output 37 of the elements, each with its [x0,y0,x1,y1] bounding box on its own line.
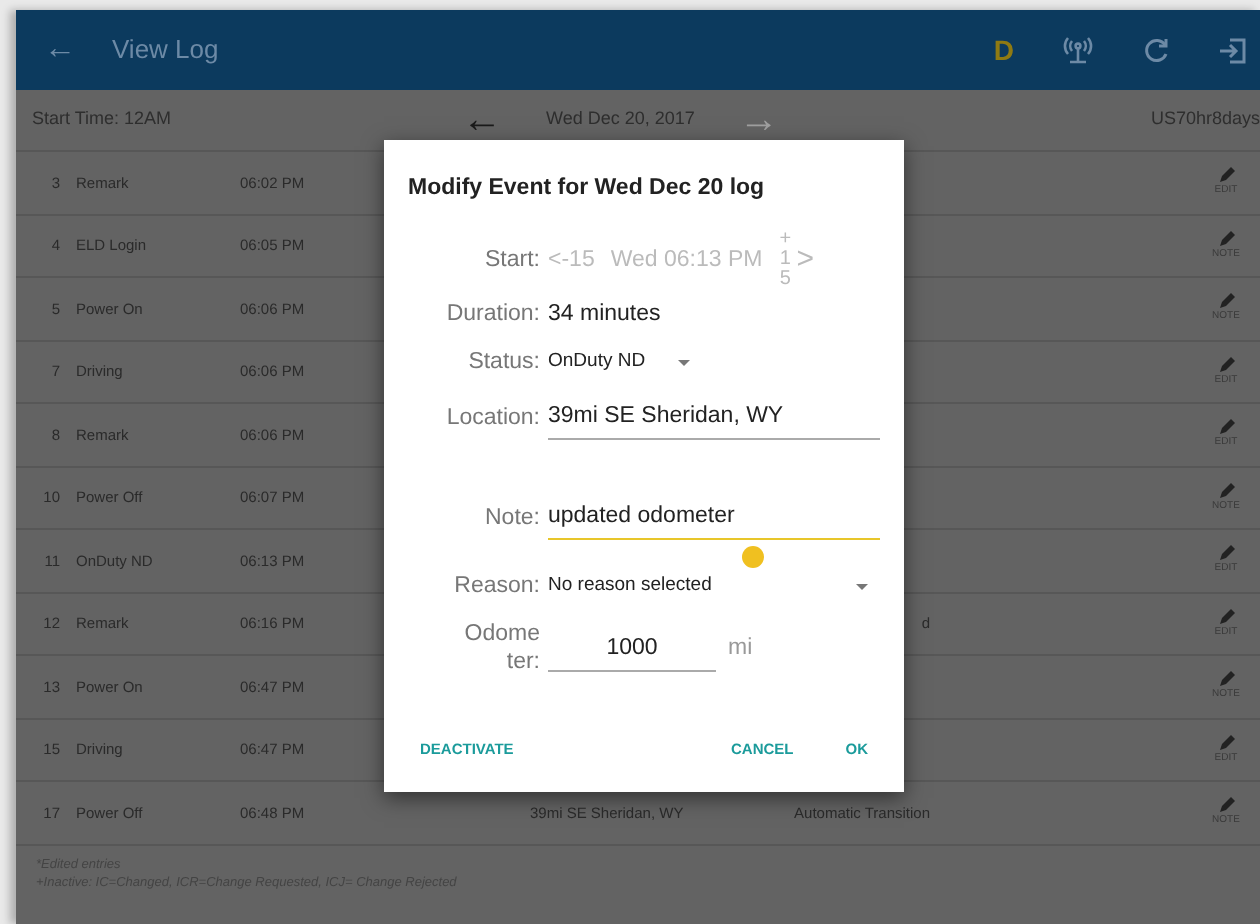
previous-day-button[interactable]: ← [462,100,502,140]
field-label: Reason: [452,571,542,602]
pencil-icon [1217,481,1235,499]
pencil-icon [1217,418,1235,436]
field-label: Odometer: [462,622,542,678]
driver-status-indicator[interactable]: D [993,29,1014,71]
location-field[interactable]: 39mi SE Sheridan, WY [548,396,880,441]
pencil-icon [1217,229,1235,247]
text-cursor-handle[interactable] [742,546,764,568]
status-dropdown[interactable]: OnDuty ND [548,348,690,377]
note-field[interactable]: updated odometer [548,496,880,541]
pencil-icon [1217,292,1235,310]
duration-value: 34 minutes [548,299,661,330]
pencil-icon [1217,355,1235,373]
field-label: Note: [483,503,542,534]
back-button[interactable]: ← [44,26,76,74]
start-time-value: Wed 06:13 PM [610,245,763,276]
pencil-icon [1217,670,1235,688]
screen-title: View Log [112,32,219,69]
refresh-icon[interactable] [1142,36,1170,64]
pencil-icon [1217,607,1235,625]
field-label: Start: [483,245,542,276]
pencil-icon [1217,166,1235,184]
field-label: Duration: [444,299,542,330]
caret-icon [677,359,690,366]
field-label: Status: [466,347,542,378]
caret-icon [856,583,868,590]
pencil-icon [1217,733,1235,751]
field-label: Location: [444,403,542,434]
antenna-icon[interactable] [1062,34,1094,66]
odometer-field[interactable]: 1000 [548,627,716,673]
unit-label: mi [728,634,753,665]
reason-dropdown[interactable]: No reason selected [548,572,880,601]
logout-icon[interactable] [1218,35,1248,65]
pencil-icon [1217,544,1235,562]
dialog-title: Modify Event for Wed Dec 20 log [408,174,767,204]
pencil-icon [1217,796,1235,814]
